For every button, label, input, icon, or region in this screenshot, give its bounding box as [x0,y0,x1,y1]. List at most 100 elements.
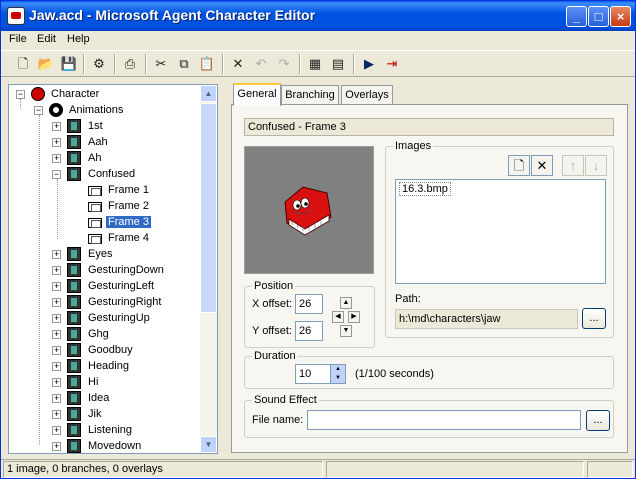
tree-item-animation[interactable]: + Hi [9,375,199,391]
tree-item-animation[interactable]: + Movedown [9,439,199,453]
menu-file[interactable]: File [9,33,27,45]
tree-item-animation[interactable]: + Goodbuy [9,343,199,359]
expander-icon[interactable]: + [52,298,61,307]
new-frame-icon[interactable]: ▤ [328,54,348,74]
nudge-up-button[interactable]: ▲ [340,297,352,309]
scroll-up-button[interactable]: ▲ [200,85,217,102]
tree-item-character[interactable]: − Character [9,87,199,103]
insert-image-button[interactable]: 🗋 [508,155,530,176]
expander-icon[interactable]: + [52,122,61,131]
minimize-button[interactable]: _ [566,6,587,27]
expander-icon[interactable]: + [52,346,61,355]
frame-preview [244,146,374,274]
tree-item-animation[interactable]: + Ah [9,151,199,167]
tree-item-animations[interactable]: − Animations [9,103,199,119]
redo-icon[interactable]: ↷ [274,54,294,74]
animation-icon [67,247,81,261]
tree-item-animation[interactable]: + GesturingDown [9,263,199,279]
nudge-down-button[interactable]: ▼ [340,325,352,337]
cut-icon[interactable]: ✂ [151,54,171,74]
list-item[interactable]: 16.3.bmp [399,182,451,196]
sound-file-field[interactable] [307,410,581,430]
expander-icon[interactable]: + [52,266,61,275]
spin-up-button[interactable]: ▲ [331,365,345,374]
tree-item-animation[interactable]: + GesturingRight [9,295,199,311]
save-icon[interactable]: 💾 [59,54,79,74]
spin-down-button[interactable]: ▼ [331,374,345,383]
title-bar: Jaw.acd - Microsoft Agent Character Edit… [1,1,635,31]
tree-item-animation[interactable]: + Ghg [9,327,199,343]
tree-item-frame[interactable]: Frame 4 [9,231,199,247]
close-button[interactable]: × [610,6,631,27]
nudge-right-button[interactable]: ▶ [348,311,360,323]
paste-icon[interactable]: 📋 [197,54,217,74]
duration-field[interactable]: 10 [295,364,331,384]
maximize-button[interactable]: □ [588,6,609,27]
tab-branching[interactable]: Branching [281,85,339,105]
browse-sound-button[interactable]: ... [586,410,610,431]
tree-item-animation[interactable]: + Jik [9,407,199,423]
y-offset-field[interactable]: 26 [295,321,323,341]
expander-icon[interactable]: + [52,314,61,323]
delete-icon[interactable]: ✕ [228,54,248,74]
duration-spinner[interactable]: ▲ ▼ [330,364,346,384]
x-offset-field[interactable]: 26 [295,294,323,314]
expander-icon[interactable]: + [52,394,61,403]
expander-icon[interactable]: + [52,426,61,435]
tree-item-animation[interactable]: +1st [9,119,199,135]
tree-item-frame[interactable]: Frame 3 [9,215,199,231]
expander-icon[interactable]: + [52,154,61,163]
copy-icon[interactable]: ⧉ [174,54,194,74]
tree-item-animation[interactable]: + Idea [9,391,199,407]
scroll-down-button[interactable]: ▼ [200,436,217,453]
move-down-button[interactable]: ↓ [585,155,607,176]
tree-item-animation[interactable]: + Aah [9,135,199,151]
browse-image-button[interactable]: ... [582,308,606,329]
play-branch-icon[interactable]: ⇥ [382,54,402,74]
tree-item-animation[interactable]: + Eyes [9,247,199,263]
play-icon[interactable]: ▶ [359,54,379,74]
image-list[interactable]: 16.3.bmp [395,179,606,284]
menu-help[interactable]: Help [67,33,90,45]
expander-icon[interactable]: + [52,282,61,291]
undo-icon[interactable]: ↶ [251,54,271,74]
expander-icon[interactable]: − [52,170,61,179]
tab-overlays[interactable]: Overlays [341,85,393,105]
duration-unit: (1/100 seconds) [355,368,434,380]
animation-icon [67,295,81,309]
jaw-character-image [284,186,332,236]
move-up-button[interactable]: ↑ [562,155,584,176]
expander-icon[interactable]: + [52,442,61,451]
tree-item-animation[interactable]: + GesturingUp [9,311,199,327]
build-icon[interactable]: ⚙ [89,54,109,74]
scroll-thumb[interactable] [200,103,217,313]
animation-icon [67,391,81,405]
expander-icon[interactable]: + [52,250,61,259]
animation-icon [67,423,81,437]
tree-item-animation[interactable]: + Heading [9,359,199,375]
tree-item-frame[interactable]: Frame 1 [9,183,199,199]
animation-icon [67,407,81,421]
tree-item-animation[interactable]: − Confused [9,167,199,183]
file-name-label: File name: [252,414,304,426]
new-animation-icon[interactable]: ▦ [305,54,325,74]
toolbar-separator [299,54,301,74]
expander-icon[interactable]: + [52,138,61,147]
tree-scrollbar[interactable]: ▲ ▼ [200,85,217,453]
tree-item-frame[interactable]: Frame 2 [9,199,199,215]
character-icon [31,87,45,101]
tree-item-animation[interactable]: + Listening [9,423,199,439]
animation-tree[interactable]: − Character − Animations +1st + Aah + Ah − Con… [8,84,218,454]
open-folder-icon[interactable]: 📂 [36,54,56,74]
delete-image-button[interactable]: ✕ [531,155,553,176]
tree-item-animation[interactable]: + GesturingLeft [9,279,199,295]
menu-edit[interactable]: Edit [37,33,56,45]
tab-general[interactable]: General [233,83,281,106]
nudge-left-button[interactable]: ◀ [332,311,344,323]
print-icon[interactable]: ⎙ [120,54,140,74]
expander-icon[interactable]: + [52,378,61,387]
expander-icon[interactable]: + [52,410,61,419]
new-file-icon[interactable]: 🗋 [13,54,33,74]
expander-icon[interactable]: + [52,362,61,371]
expander-icon[interactable]: + [52,330,61,339]
